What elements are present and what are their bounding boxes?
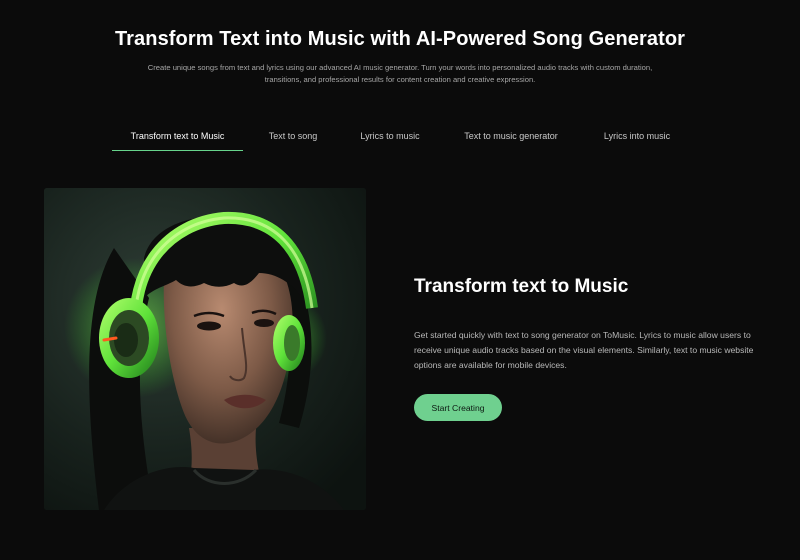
page-subtitle: Create unique songs from text and lyrics…	[147, 63, 653, 84]
tab-transform-text-to-music[interactable]: Transform text to Music	[112, 122, 243, 151]
page: Transform Text into Music with AI-Powere…	[0, 0, 800, 560]
tab-lyrics-to-music[interactable]: Lyrics to music	[349, 122, 431, 150]
feature-title: Transform text to Music	[414, 276, 629, 297]
page-title: Transform Text into Music with AI-Powere…	[114, 28, 686, 50]
tab-bar: Transform text to Music Text to song Lyr…	[0, 122, 800, 152]
feature-description: Get started quickly with text to song ge…	[414, 330, 754, 370]
feature-content: Transform text to Music Get started quic…	[414, 276, 784, 421]
tab-lyrics-into-music[interactable]: Lyrics into music	[592, 122, 682, 150]
start-creating-button[interactable]: Start Creating	[414, 394, 502, 421]
tab-text-to-song[interactable]: Text to song	[258, 122, 328, 150]
tab-text-to-music-generator[interactable]: Text to music generator	[452, 122, 570, 150]
feature-image	[44, 188, 366, 510]
woman-with-headphones-illustration	[44, 188, 366, 510]
